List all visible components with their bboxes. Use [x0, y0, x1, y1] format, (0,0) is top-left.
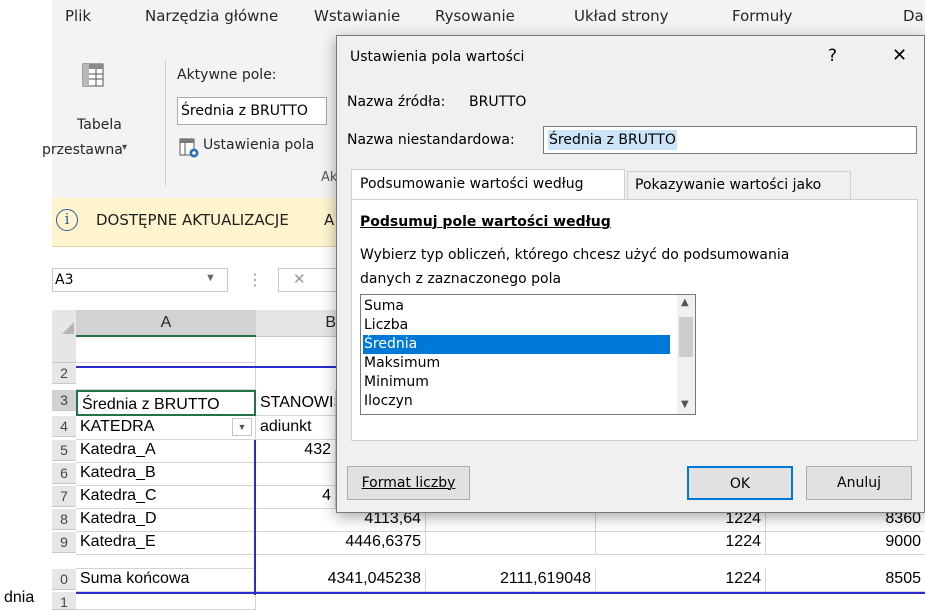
ok-button[interactable]: OK	[687, 466, 793, 500]
cell-b3[interactable]: STANOWISKO	[256, 390, 336, 416]
cancel-edit-icon[interactable]: ✕	[293, 270, 306, 288]
listbox-scrollbar[interactable]: ▲ ▼	[677, 295, 695, 414]
cell-b4[interactable]: adiunkt	[256, 416, 336, 440]
list-item[interactable]: Minimum	[363, 373, 670, 392]
pivot-table-label-line2: przestawna	[42, 142, 123, 158]
cell-empty[interactable]	[76, 337, 256, 363]
list-item-selected[interactable]: Średnia	[363, 335, 670, 354]
scroll-up-icon[interactable]: ▲	[681, 297, 689, 308]
formula-buttons: ✕	[278, 268, 340, 292]
summary-function-listbox[interactable]: Suma Liczba Średnia Maksimum Minimum Ilo…	[360, 294, 696, 415]
row-header[interactable]: 0	[52, 569, 76, 590]
name-box-dropdown-icon[interactable]: ▼	[205, 272, 216, 284]
scroll-down-icon[interactable]: ▼	[681, 399, 689, 410]
section-title: Podsumuj pole wartości według	[360, 214, 611, 230]
row-header[interactable]: 1	[52, 592, 76, 610]
select-all-triangle-icon	[62, 322, 74, 334]
value-field-settings-dialog: Ustawienia pola wartości ? ✕ Nazwa źródł…	[336, 35, 925, 513]
row-header[interactable]: 8	[52, 509, 76, 530]
cell-a3-selected[interactable]: Średnia z BRUTTO	[76, 390, 256, 416]
source-name-label: Nazwa źródła:	[347, 94, 446, 110]
cell-value[interactable]: 1224	[596, 532, 766, 555]
custom-name-value: Średnia z BRUTTO	[548, 130, 677, 150]
dialog-title: Ustawienia pola wartości	[350, 49, 525, 65]
list-item[interactable]: Iloczyn	[363, 392, 670, 411]
tab-file[interactable]: Plik	[65, 7, 91, 25]
tab-home[interactable]: Narzędzia główne	[145, 7, 278, 25]
infobar-text-tail: A	[324, 211, 335, 229]
close-icon[interactable]: ✕	[892, 45, 907, 66]
row-header[interactable]	[52, 337, 76, 363]
tab-draw[interactable]: Rysowanie	[435, 7, 515, 25]
cell-katedra[interactable]: Katedra_B	[76, 463, 256, 486]
tab-insert[interactable]: Wstawianie	[314, 7, 400, 25]
cell-value[interactable]: 9000	[766, 532, 925, 555]
list-item[interactable]: Maksimum	[363, 354, 670, 373]
row-header[interactable]: 5	[52, 440, 76, 461]
cell-empty[interactable]	[426, 532, 596, 555]
tab-panel: Podsumuj pole wartości według Wybierz ty…	[351, 199, 918, 441]
formula-bar-grip-icon: ⋮	[247, 272, 263, 289]
number-format-button[interactable]: Format liczby	[347, 466, 470, 500]
cell-value[interactable]	[256, 463, 336, 486]
description-line2: danych z zaznaczonego pola	[360, 271, 562, 287]
row-header[interactable]: 3	[52, 390, 76, 411]
name-box[interactable]: A3	[52, 268, 228, 292]
ribbon-divider	[165, 60, 166, 186]
cell-empty[interactable]	[76, 555, 256, 569]
cell-total-value[interactable]: 2111,619048	[426, 569, 596, 592]
tab-data[interactable]: Da	[903, 7, 924, 25]
cell-value[interactable]: 4	[256, 486, 336, 509]
side-text: dnia	[4, 589, 35, 606]
row-header[interactable]: 9	[52, 532, 76, 553]
cell-a4[interactable]: KATEDRA	[76, 416, 256, 440]
cell-total-value[interactable]: 4341,045238	[256, 569, 426, 592]
field-settings-label: Ustawienia pola	[203, 137, 315, 153]
custom-name-input[interactable]: Średnia z BRUTTO	[543, 126, 917, 154]
cell-value[interactable]: 4446,6375	[256, 532, 426, 555]
column-header-a[interactable]: A	[76, 310, 256, 337]
cell-value[interactable]: 432	[256, 440, 336, 463]
cell-katedra[interactable]: Katedra_C	[76, 486, 256, 509]
filter-dropdown-icon[interactable]: ▼	[232, 418, 252, 436]
tab-page-layout[interactable]: Układ strony	[574, 7, 669, 25]
cell-total-value[interactable]: 1224	[596, 569, 766, 592]
cell-empty[interactable]	[76, 592, 256, 610]
description-line1: Wybierz typ obliczeń, którego chcesz uży…	[360, 247, 790, 263]
source-name-value: BRUTTO	[469, 94, 527, 110]
pivot-inner-border	[254, 440, 256, 595]
help-button[interactable]: ?	[828, 46, 837, 66]
active-field-input[interactable]: Średnia z BRUTTO	[177, 97, 327, 125]
scrollbar-thumb[interactable]	[679, 317, 693, 357]
ribbon-group-label: Ak	[321, 170, 338, 185]
ribbon-tab-bar: Plik Narzędzia główne Wstawianie Rysowan…	[52, 0, 925, 40]
field-settings-icon	[179, 138, 199, 158]
pivot-table-icon	[82, 63, 104, 87]
row-header[interactable]: 7	[52, 486, 76, 507]
chevron-down-icon: ▾	[122, 142, 128, 153]
cancel-button[interactable]: Anuluj	[806, 466, 912, 500]
pivot-table-button[interactable]: Tabela przestawna ▾	[42, 60, 158, 170]
cell-total-value[interactable]: 8505	[766, 569, 925, 592]
pivot-table-label-line1: Tabela	[77, 117, 122, 133]
row-header[interactable]: 6	[52, 463, 76, 484]
tab-summarize-by[interactable]: Podsumowanie wartości według	[351, 169, 625, 200]
list-item[interactable]: Liczba	[363, 316, 670, 335]
pivot-bottom-border	[76, 592, 925, 594]
list-item[interactable]: Suma	[363, 297, 670, 316]
column-header-b[interactable]: B	[256, 310, 336, 337]
info-icon: i	[56, 209, 78, 231]
cell-katedra[interactable]: Katedra_A	[76, 440, 256, 463]
select-all-corner[interactable]	[52, 310, 76, 337]
cell-katedra[interactable]: Katedra_E	[76, 532, 256, 555]
row-header[interactable]: 2	[52, 363, 76, 384]
row-header[interactable]: 4	[52, 416, 76, 437]
cell-grand-total-label[interactable]: Suma końcowa	[76, 569, 256, 592]
infobar-text: DOSTĘPNE AKTUALIZACJE	[96, 211, 289, 229]
tab-formulas[interactable]: Formuły	[732, 7, 792, 25]
cell-katedra[interactable]: Katedra_D	[76, 509, 256, 532]
custom-name-label: Nazwa niestandardowa:	[347, 132, 515, 148]
tab-show-values-as[interactable]: Pokazywanie wartości jako	[627, 171, 851, 199]
active-field-label: Aktywne pole:	[177, 67, 277, 83]
